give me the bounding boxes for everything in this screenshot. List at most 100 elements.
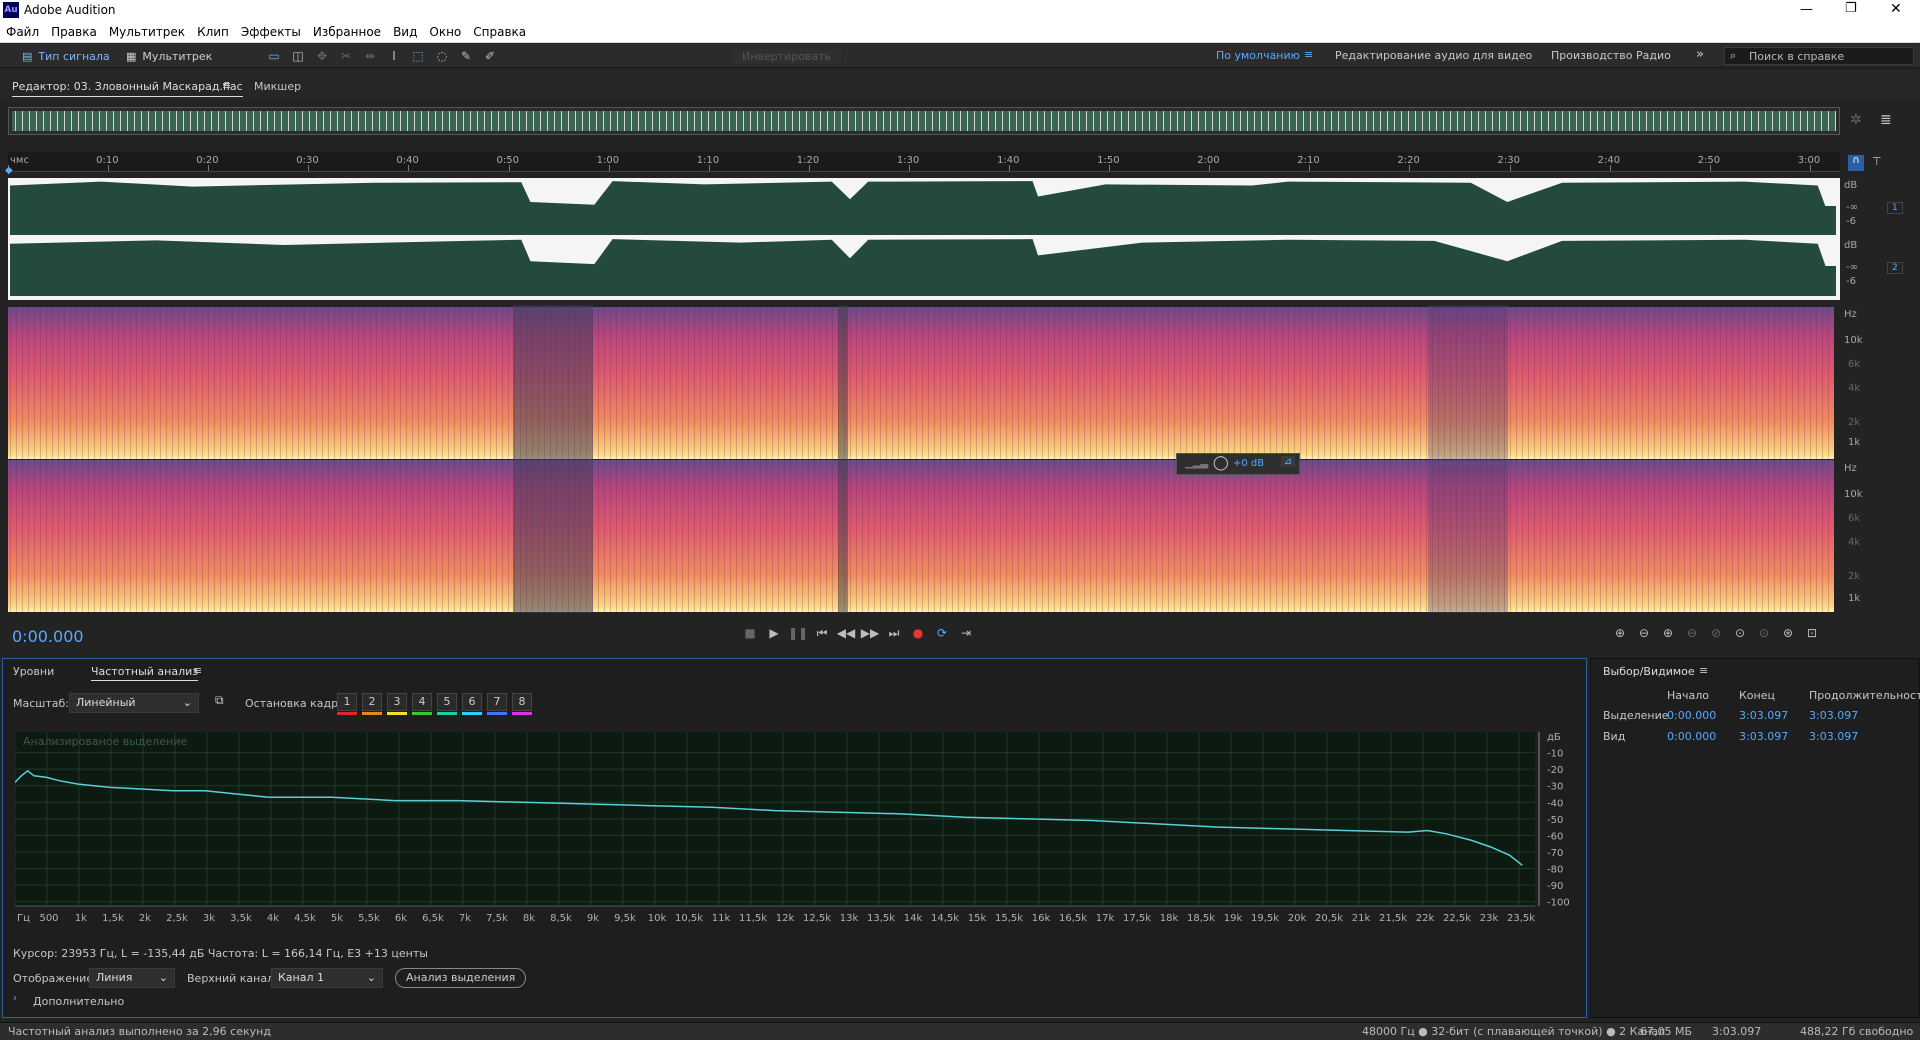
channel-dropdown[interactable]: Канал 1 ⌄ xyxy=(271,968,383,988)
spot-healing-icon[interactable]: ✐ xyxy=(478,44,502,68)
copy-icon[interactable]: ⧉ xyxy=(215,693,224,708)
razor-tool-icon[interactable]: ✂ xyxy=(334,44,358,68)
marker-pin-icon[interactable]: ⊤ xyxy=(1872,155,1882,168)
spectral-view-icon[interactable]: ◫ xyxy=(286,44,310,68)
editor-tab-menu-icon[interactable]: ≡ xyxy=(222,79,231,92)
spectral-display[interactable]: ▁▂▃ ◯ +0 dB ⊿ xyxy=(8,305,1834,613)
frame-button-5[interactable]: 5 xyxy=(437,693,457,715)
frame-button-2[interactable]: 2 xyxy=(362,693,382,715)
multitrack-mode-button[interactable]: ▦ Мультитрек xyxy=(118,44,220,68)
editor-tab[interactable]: Редактор: 03. Зловонный Маскарад.flac xyxy=(12,80,243,97)
frame-button-8[interactable]: 8 xyxy=(512,693,532,715)
loop-icon[interactable]: ⟳ xyxy=(930,621,954,645)
skip-selection-icon[interactable]: ⇥ xyxy=(954,621,978,645)
workspace-default[interactable]: По умолчанию xyxy=(1216,49,1300,62)
waveform-view-icon[interactable]: ▭ xyxy=(262,44,286,68)
play-icon[interactable]: ▶ xyxy=(762,621,786,645)
zoom-in-point-icon[interactable]: ⊙ xyxy=(1728,621,1752,645)
zoom-out-amplitude-icon[interactable]: ⊖ xyxy=(1632,621,1656,645)
go-to-end-icon[interactable]: ⏭ xyxy=(882,621,906,645)
menu-clip[interactable]: Клип xyxy=(191,22,235,39)
waveform-mode-button[interactable]: ▤ Тип сигнала xyxy=(14,44,118,68)
selection-end[interactable]: 3:03.097 xyxy=(1739,709,1788,722)
minimize-icon[interactable]: — xyxy=(1800,2,1813,17)
waveform-display[interactable] xyxy=(8,178,1840,300)
advanced-label[interactable]: Дополнительно xyxy=(33,995,124,1008)
menu-favorites[interactable]: Избранное xyxy=(307,22,387,39)
rewind-icon[interactable]: ◀◀ xyxy=(834,621,858,645)
record-icon[interactable]: ● xyxy=(906,621,930,645)
frame-button-1[interactable]: 1 xyxy=(337,693,357,715)
lasso-tool-icon[interactable]: ◌ xyxy=(430,44,454,68)
menu-file[interactable]: Файл xyxy=(0,22,45,39)
zoom-selection-icon[interactable]: ⊛ xyxy=(1776,621,1800,645)
overview-bar[interactable] xyxy=(8,107,1840,135)
zoom-in-amplitude-icon[interactable]: ⊕ xyxy=(1608,621,1632,645)
display-value: Линия xyxy=(96,971,133,984)
menu-effects[interactable]: Эффекты xyxy=(235,22,307,39)
more-workspaces-icon[interactable]: » xyxy=(1696,47,1704,62)
stop-icon[interactable]: ■ xyxy=(738,621,762,645)
view-duration[interactable]: 3:03.097 xyxy=(1809,730,1858,743)
menu-edit[interactable]: Правка xyxy=(45,22,103,39)
panel-menu-icon[interactable]: ≣ xyxy=(1880,112,1892,128)
ch1-number[interactable]: 1 xyxy=(1887,202,1903,214)
marquee-tool-icon[interactable]: ⬚ xyxy=(406,44,430,68)
zoom-reset-icon[interactable]: ⊡ xyxy=(1800,621,1824,645)
start-header: Начало xyxy=(1667,689,1710,702)
x-tick-label: 11,5k xyxy=(739,913,767,924)
search-icon: ⌕ xyxy=(1730,49,1737,62)
frequency-chart[interactable]: Гц 500 1k 1,5k 2k 2,5k 3k 3,5k 4k 4,5k 5k 5,5k 6k 6,5… xyxy=(15,732,1585,932)
maximize-icon[interactable]: ❐ xyxy=(1845,1,1857,16)
fast-forward-icon[interactable]: ▶▶ xyxy=(858,621,882,645)
workspace-menu-icon[interactable]: ≡ xyxy=(1304,48,1313,61)
zoom-out-point-icon[interactable]: ⊙ xyxy=(1752,621,1776,645)
frame-button-4[interactable]: 4 xyxy=(412,693,432,715)
pin-icon[interactable]: ⊿ xyxy=(1280,456,1295,467)
go-to-start-icon[interactable]: ⏮ xyxy=(810,621,834,645)
ruler-tick-mark xyxy=(1809,165,1811,171)
time-selection-icon[interactable]: I xyxy=(382,44,406,68)
slip-tool-icon[interactable]: ⇹ xyxy=(358,44,382,68)
menu-multitrack[interactable]: Мультитрек xyxy=(103,22,191,39)
close-icon[interactable]: ✕ xyxy=(1890,1,1902,17)
tab-frequency-analysis[interactable]: Частотный анализ xyxy=(91,665,199,681)
chevron-right-icon[interactable]: › xyxy=(13,993,17,1004)
display-dropdown[interactable]: Линия ⌄ xyxy=(89,968,175,988)
zoom-out-time-icon[interactable]: ⊖ xyxy=(1680,621,1704,645)
brush-tool-icon[interactable]: ✎ xyxy=(454,44,478,68)
frame-button-6[interactable]: 6 xyxy=(462,693,482,715)
zoom-nav-icon[interactable]: ✲ xyxy=(1850,112,1862,128)
hud-volume[interactable]: ▁▂▃ ◯ +0 dB ⊿ xyxy=(1176,453,1300,475)
volume-knob-icon[interactable]: ◯ xyxy=(1213,455,1229,471)
zoom-in-time-icon[interactable]: ⊕ xyxy=(1656,621,1680,645)
zoom-out-full-icon[interactable]: ⊘ xyxy=(1704,621,1728,645)
menu-view[interactable]: Вид xyxy=(387,22,423,39)
mixer-tab[interactable]: Микшер xyxy=(254,80,301,93)
panel-menu-icon[interactable]: ≡ xyxy=(193,664,202,677)
panel-menu-icon[interactable]: ≡ xyxy=(1699,664,1708,677)
workspace-video[interactable]: Редактирование аудио для видео xyxy=(1335,49,1532,62)
headphones-icon[interactable]: ∩ xyxy=(1848,155,1864,171)
pause-icon[interactable]: ❚❚ xyxy=(786,621,810,645)
ch2-number[interactable]: 2 xyxy=(1887,262,1903,274)
menu-help[interactable]: Справка xyxy=(467,22,532,39)
frame-button-7[interactable]: 7 xyxy=(487,693,507,715)
playhead-icon[interactable]: ◆ xyxy=(5,165,13,176)
view-end[interactable]: 3:03.097 xyxy=(1739,730,1788,743)
help-search[interactable]: ⌕ Поиск в справке xyxy=(1724,47,1914,65)
menu-window[interactable]: Окно xyxy=(423,22,467,39)
analyze-selection-button[interactable]: Анализ выделения xyxy=(395,968,527,988)
time-ruler[interactable]: чмс 0:10 0:20 0:30 0:40 0:50 1:00 1:10 1:20 1:30 1… xyxy=(8,152,1840,172)
current-time[interactable]: 0:00.000 xyxy=(12,627,84,646)
scale-dropdown[interactable]: Линейный ⌄ xyxy=(69,693,199,713)
tab-levels[interactable]: Уровни xyxy=(13,665,54,678)
selection-start[interactable]: 0:00.000 xyxy=(1667,709,1716,722)
selection-duration[interactable]: 3:03.097 xyxy=(1809,709,1858,722)
move-tool-icon[interactable]: ✥ xyxy=(310,44,334,68)
frame-button-3[interactable]: 3 xyxy=(387,693,407,715)
workspace-radio[interactable]: Производство Радио xyxy=(1551,49,1671,62)
view-start[interactable]: 0:00.000 xyxy=(1667,730,1716,743)
x-tick-label: 20k xyxy=(1288,913,1307,924)
invert-button[interactable]: Инвертировать xyxy=(732,49,842,64)
